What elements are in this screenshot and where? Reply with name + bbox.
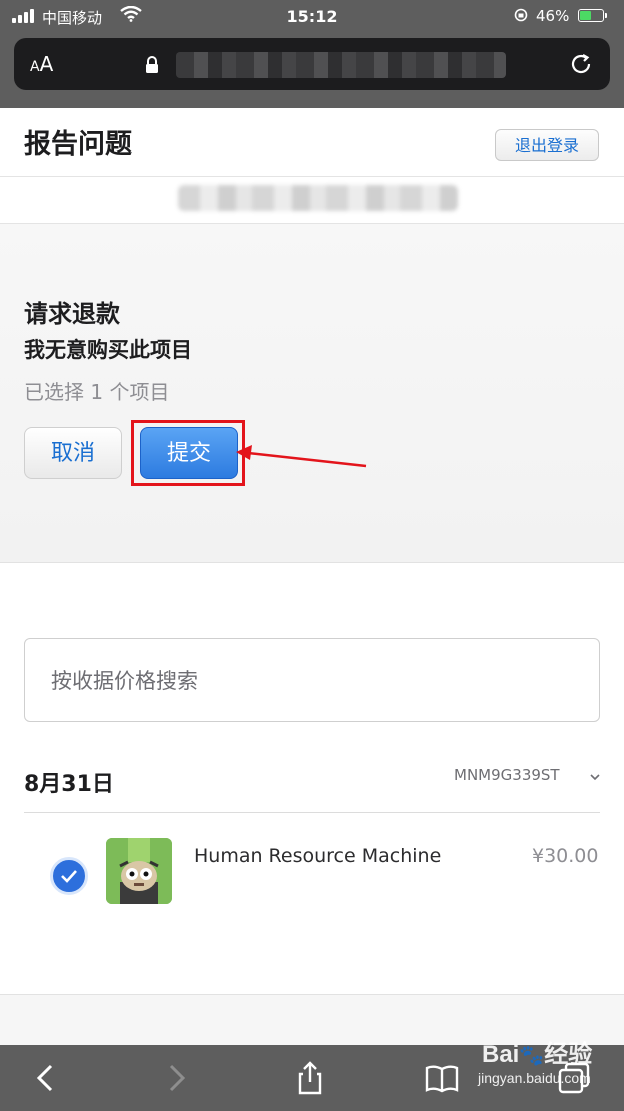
refund-title: 请求退款 bbox=[24, 300, 120, 328]
baidu-jingyan-watermark: Bai🐾经验 jingyan.baidu.com bbox=[478, 1041, 593, 1086]
account-email-redacted bbox=[178, 185, 458, 211]
address-bar[interactable]: AA bbox=[14, 38, 610, 90]
back-icon[interactable] bbox=[28, 1060, 64, 1096]
forward-icon[interactable] bbox=[158, 1060, 194, 1096]
clock: 15:12 bbox=[286, 7, 338, 26]
url-text-redacted bbox=[176, 52, 506, 78]
order-id-dropdown[interactable]: MNM9G339ST bbox=[454, 766, 560, 784]
page-header: 报告问题 退出登录 bbox=[0, 108, 624, 177]
orientation-lock-icon bbox=[514, 8, 528, 22]
app-icon bbox=[106, 838, 172, 904]
checkmark-icon bbox=[61, 870, 77, 883]
text-size-button[interactable]: AA bbox=[30, 52, 53, 76]
bookmarks-icon[interactable] bbox=[424, 1060, 460, 1096]
item-checkbox[interactable] bbox=[50, 857, 88, 895]
search-input[interactable] bbox=[49, 639, 573, 723]
refund-panel: 请求退款 我无意购买此项目 已选择 1 个项目 取消 提交 bbox=[0, 224, 624, 563]
selected-count: 已选择 1 个项目 bbox=[24, 380, 170, 404]
page-title: 报告问题 bbox=[24, 129, 132, 160]
chevron-down-icon[interactable] bbox=[590, 773, 600, 781]
browser-bar: AA bbox=[0, 34, 624, 108]
battery-percentage: 46% bbox=[536, 7, 570, 25]
logout-button[interactable]: 退出登录 bbox=[495, 129, 599, 161]
order-date: 8月31日 bbox=[24, 772, 114, 797]
account-email-row bbox=[0, 177, 624, 224]
cancel-button[interactable]: 取消 bbox=[24, 427, 122, 479]
divider bbox=[24, 812, 600, 813]
item-price: ¥30.00 bbox=[532, 845, 599, 867]
reload-icon[interactable] bbox=[568, 51, 594, 77]
refund-reason: 我无意购买此项目 bbox=[24, 338, 192, 362]
lock-icon bbox=[146, 56, 158, 73]
item-name: Human Resource Machine bbox=[194, 845, 442, 867]
annotation-arrow-icon bbox=[236, 445, 367, 468]
battery-icon bbox=[578, 9, 607, 22]
annotation-highlight-box bbox=[131, 420, 245, 486]
share-icon[interactable] bbox=[292, 1060, 328, 1096]
receipt-search-box[interactable] bbox=[24, 638, 600, 723]
status-bar: 中国移动 15:12 46% bbox=[0, 0, 624, 34]
